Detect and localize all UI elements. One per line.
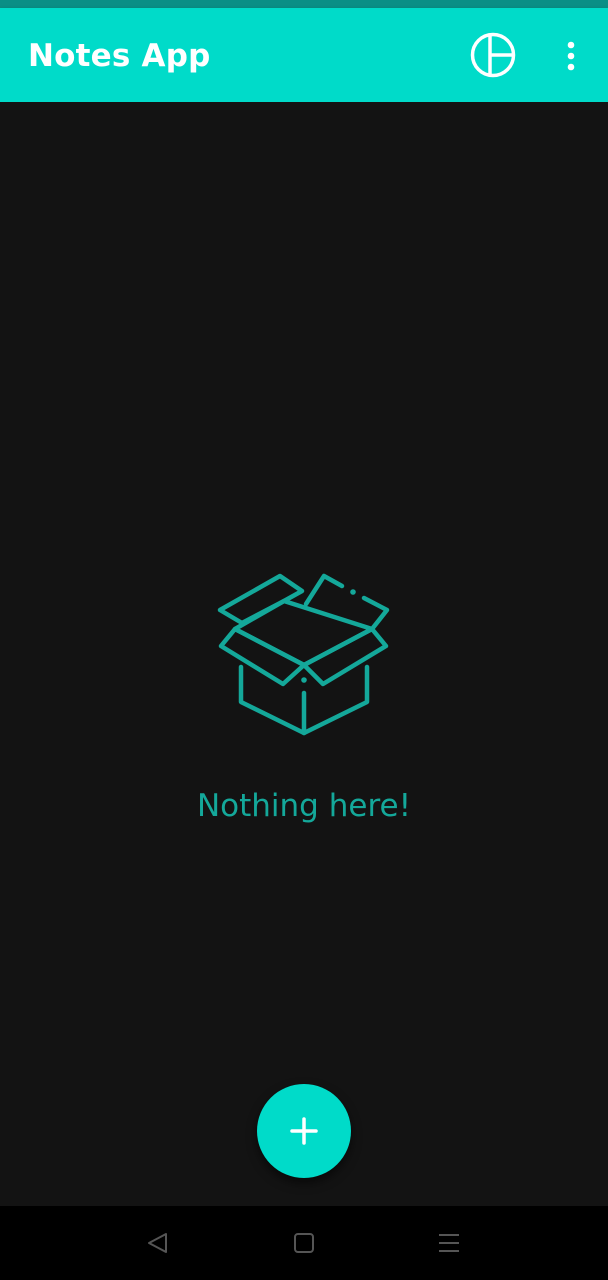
recents-icon xyxy=(439,1234,459,1252)
home-button[interactable] xyxy=(289,1228,319,1258)
pie-chart-icon xyxy=(470,32,516,78)
plus-icon xyxy=(290,1117,318,1145)
box-spark xyxy=(350,589,356,595)
more-options-button[interactable] xyxy=(556,36,586,76)
add-note-button[interactable] xyxy=(257,1084,351,1178)
chart-button[interactable] xyxy=(469,31,517,79)
more-vertical-icon xyxy=(567,41,575,71)
back-icon xyxy=(148,1233,167,1253)
empty-state-message: Nothing here! xyxy=(196,788,412,824)
open-box-icon xyxy=(217,573,390,736)
app-title: Notes App xyxy=(28,38,211,74)
notes-list-area: Nothing here! xyxy=(0,102,608,1206)
box-dot xyxy=(301,677,307,683)
status-strip xyxy=(0,0,608,8)
home-icon xyxy=(294,1233,314,1253)
app-bar: Notes App xyxy=(0,8,608,102)
recents-button[interactable] xyxy=(434,1228,464,1258)
back-button[interactable] xyxy=(143,1228,173,1258)
system-navigation-bar xyxy=(0,1206,608,1280)
